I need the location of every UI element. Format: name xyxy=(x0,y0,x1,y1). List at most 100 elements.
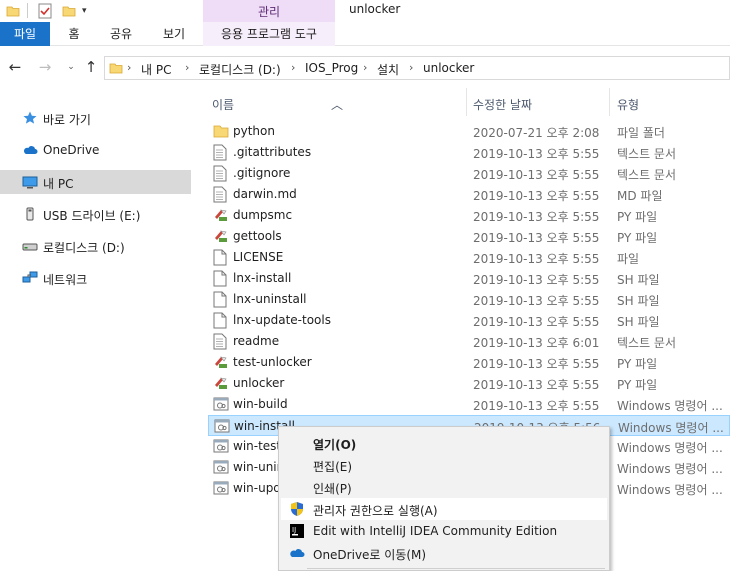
file-row[interactable]: .gitattributes 2019-10-13 오후 5:55 텍스트 문서 xyxy=(208,142,730,163)
file-row[interactable]: test-unlocker 2019-10-13 오후 5:55 PY 파일 xyxy=(208,352,730,373)
breadcrumb-local-disk[interactable]: 로컬디스크 (D:) xyxy=(199,61,281,78)
chevron-right-icon[interactable]: › xyxy=(363,61,367,74)
file-row[interactable]: python 2020-07-21 오후 2:08 파일 폴더 xyxy=(208,121,730,142)
chevron-right-icon[interactable]: › xyxy=(185,61,189,74)
menu-item-edit[interactable]: 편집(E) xyxy=(281,454,607,476)
network-icon xyxy=(22,270,38,286)
menu-item-edit-intellij[interactable]: IJ Edit with IntelliJ IDEA Community Edi… xyxy=(281,520,607,542)
menu-item-move-onedrive[interactable]: OneDrive로 이동(M) xyxy=(281,542,607,564)
column-header-name[interactable]: 이름 ︿ xyxy=(191,88,467,116)
onedrive-icon xyxy=(289,545,305,561)
file-type: PY 파일 xyxy=(617,231,658,245)
menu-item-print[interactable]: 인쇄(P) xyxy=(281,476,607,498)
file-row[interactable]: LICENSE 2019-10-13 오후 5:55 파일 xyxy=(208,247,730,268)
file-row[interactable]: lnx-install 2019-10-13 오후 5:55 SH 파일 xyxy=(208,268,730,289)
menu-item-run-as-admin[interactable]: 관리자 권한으로 실행(A) xyxy=(281,498,607,520)
sidebar-item-onedrive[interactable]: OneDrive xyxy=(0,138,191,162)
navigation-pane: 바로 가기 OneDrive 내 PC USB 드라이브 (E:) 로컬디스크 … xyxy=(0,88,191,571)
file-date: 2019-10-13 오후 5:55 xyxy=(473,210,600,224)
file-row[interactable]: dumpsmc 2019-10-13 오후 5:55 PY 파일 xyxy=(208,205,730,226)
batch-file-icon xyxy=(213,438,229,455)
forward-arrow-icon[interactable]: → xyxy=(36,58,54,76)
chevron-right-icon[interactable]: › xyxy=(409,61,413,74)
breadcrumb-install[interactable]: 설치 xyxy=(377,61,399,78)
back-arrow-icon[interactable]: ← xyxy=(6,58,24,76)
usb-drive-icon xyxy=(22,206,38,222)
file-name: lnx-update-tools xyxy=(233,313,331,327)
file-type: Windows 명령어 ... xyxy=(618,421,724,435)
file-date: 2019-10-13 오후 5:55 xyxy=(473,189,600,203)
file-row[interactable]: .gitignore 2019-10-13 오후 5:55 텍스트 문서 xyxy=(208,163,730,184)
file-name: win-unin xyxy=(233,460,285,474)
column-header-date[interactable]: 수정한 날짜 xyxy=(467,88,609,116)
sidebar-item-network[interactable]: 네트워크 xyxy=(0,266,191,290)
breadcrumb-unlocker[interactable]: unlocker xyxy=(423,61,474,75)
file-row[interactable]: gettools 2019-10-13 오후 5:55 PY 파일 xyxy=(208,226,730,247)
file-type: 파일 xyxy=(617,252,640,266)
batch-file-icon xyxy=(213,480,229,497)
tab-view[interactable]: 보기 xyxy=(152,22,196,46)
drive-icon xyxy=(22,238,38,254)
sidebar-item-usb-drive[interactable]: USB 드라이브 (E:) xyxy=(0,202,191,226)
file-name: .gitattributes xyxy=(233,145,312,159)
file-type: Windows 명령어 ... xyxy=(617,441,723,455)
file-date: 2020-07-21 오후 2:08 xyxy=(473,126,600,140)
file-type: 텍스트 문서 xyxy=(617,168,677,182)
file-row[interactable]: win-build 2019-10-13 오후 5:55 Windows 명령어 .… xyxy=(208,394,730,415)
file-row[interactable]: lnx-uninstall 2019-10-13 오후 5:55 SH 파일 xyxy=(208,289,730,310)
batch-file-icon xyxy=(213,459,229,476)
customize-toolbar-icon[interactable]: ▾ xyxy=(82,2,92,20)
file-row[interactable]: darwin.md 2019-10-13 오후 5:55 MD 파일 xyxy=(208,184,730,205)
file-date: 2019-10-13 오후 5:55 xyxy=(473,294,600,308)
file-row[interactable]: lnx-update-tools 2019-10-13 오후 5:55 SH 파일 xyxy=(208,310,730,331)
file-name: unlocker xyxy=(233,376,285,390)
folder-icon[interactable] xyxy=(6,2,22,20)
intellij-icon: IJ xyxy=(289,523,305,539)
file-type: 파일 폴더 xyxy=(617,126,665,140)
python-file-icon xyxy=(213,207,229,224)
file-type: PY 파일 xyxy=(617,210,658,224)
tab-home[interactable]: 홈 xyxy=(56,22,92,46)
file-row[interactable]: readme 2019-10-13 오후 6:01 텍스트 문서 xyxy=(208,331,730,352)
menu-item-open[interactable]: 열기(O) xyxy=(281,432,607,454)
file-type: SH 파일 xyxy=(617,294,660,308)
file-name: win-upd xyxy=(233,481,281,495)
file-name: darwin.md xyxy=(233,187,297,201)
sidebar-item-local-disk[interactable]: 로컬디스크 (D:) xyxy=(0,234,191,258)
folder-icon xyxy=(109,61,123,78)
manage-tab-header: 관리 xyxy=(203,0,335,22)
text-file-icon xyxy=(213,186,229,203)
address-bar[interactable]: › 내 PC › 로컬디스크 (D:) › IOS_Prog › 설치 › un… xyxy=(104,56,730,80)
python-file-icon xyxy=(213,228,229,245)
up-arrow-icon[interactable]: ↑ xyxy=(82,58,100,76)
breadcrumb-this-pc[interactable]: 내 PC xyxy=(141,61,171,78)
tab-file[interactable]: 파일 xyxy=(0,22,50,46)
properties-icon[interactable] xyxy=(38,2,54,20)
chevron-right-icon[interactable]: › xyxy=(291,61,295,74)
file-type: SH 파일 xyxy=(617,273,660,287)
title-bar: ▾ 관리 unlocker xyxy=(0,0,730,22)
file-name: win-test xyxy=(233,439,282,453)
tab-application-tools[interactable]: 응용 프로그램 도구 xyxy=(203,22,335,46)
recent-locations-icon[interactable]: ⌄ xyxy=(62,58,80,76)
blank-file-icon xyxy=(213,312,229,329)
file-type: Windows 명령어 ... xyxy=(617,483,723,497)
cloud-icon xyxy=(22,142,38,158)
chevron-right-icon[interactable]: › xyxy=(127,61,131,74)
sidebar-item-quick-access[interactable]: 바로 가기 xyxy=(0,106,191,130)
sidebar-item-this-pc[interactable]: 내 PC xyxy=(0,170,191,194)
new-folder-icon[interactable] xyxy=(62,2,78,20)
python-file-icon xyxy=(213,354,229,371)
separator xyxy=(27,3,28,18)
file-name: lnx-install xyxy=(233,271,292,285)
tab-share[interactable]: 공유 xyxy=(100,22,142,46)
file-row[interactable]: unlocker 2019-10-13 오후 5:55 PY 파일 xyxy=(208,373,730,394)
column-header-type[interactable]: 유형 xyxy=(610,88,730,116)
svg-text:IJ: IJ xyxy=(292,526,296,534)
context-menu: 열기(O) 편집(E) 인쇄(P) 관리자 권한으로 실행(A) IJ Edit… xyxy=(278,426,610,571)
breadcrumb-ios-prog[interactable]: IOS_Prog xyxy=(305,61,358,75)
folder-icon xyxy=(213,123,229,140)
file-type: SH 파일 xyxy=(617,315,660,329)
file-name: python xyxy=(233,124,275,138)
file-date: 2019-10-13 오후 6:01 xyxy=(473,336,600,350)
